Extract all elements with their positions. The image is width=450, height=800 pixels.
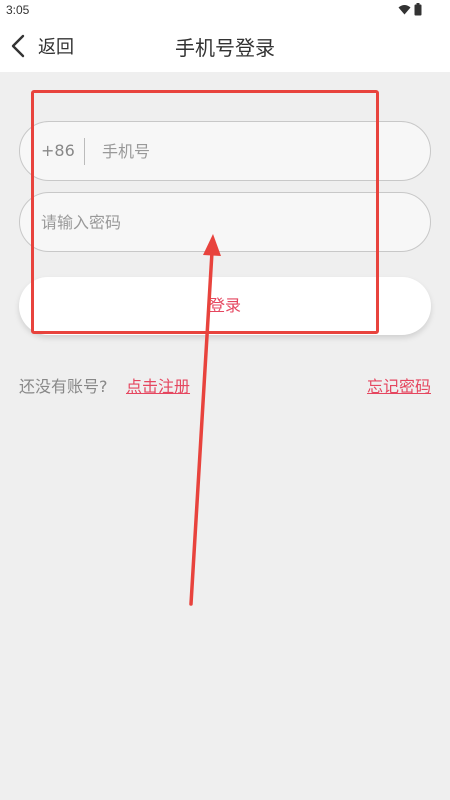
wifi-icon <box>398 5 411 15</box>
phone-field: +86 <box>19 121 431 181</box>
nav-bar: 返回 手机号登录 <box>0 20 450 72</box>
register-link[interactable]: 点击注册 <box>126 373 190 397</box>
login-button[interactable]: 登录 <box>19 277 431 335</box>
forgot-password-link[interactable]: 忘记密码 <box>367 373 431 397</box>
status-bar: 3:05 <box>0 0 450 20</box>
password-input[interactable] <box>41 193 411 251</box>
register-row: 还没有账号? 点击注册 忘记密码 <box>19 373 431 397</box>
no-account-text: 还没有账号? <box>19 377 108 396</box>
page-title: 手机号登录 <box>175 36 275 60</box>
battery-icon <box>414 3 422 16</box>
password-field <box>19 192 431 252</box>
country-code[interactable]: +86 <box>41 122 75 180</box>
phone-input[interactable] <box>102 122 412 180</box>
annotation-arrow <box>189 234 221 606</box>
status-time: 3:05 <box>6 3 30 17</box>
status-icons <box>398 3 428 17</box>
field-divider <box>84 138 85 165</box>
